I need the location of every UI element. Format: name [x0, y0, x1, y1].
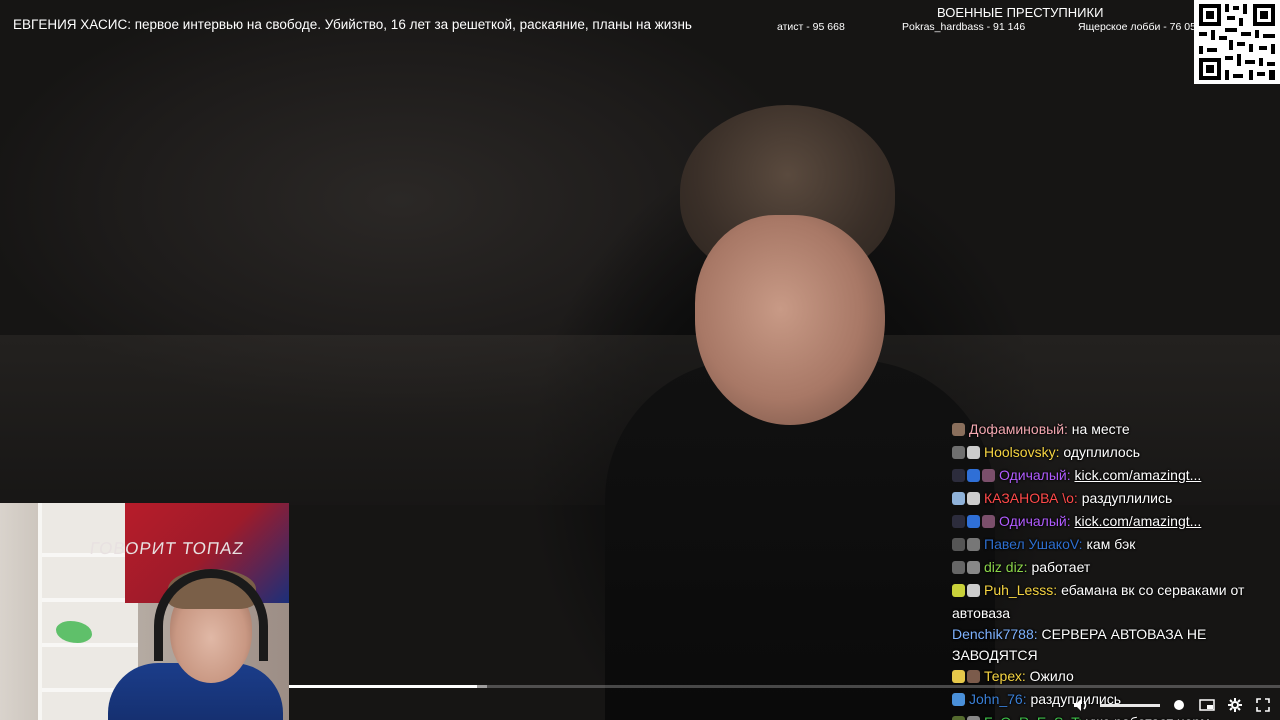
- chat-badges: [952, 513, 997, 534]
- chat-badge-icon: [952, 561, 965, 574]
- chat-message: Hoolsovsky: одуплилось: [951, 442, 1251, 465]
- chat-message: КАЗАНОВА \o: раздуплились: [951, 488, 1251, 511]
- chat-badge-icon: [952, 584, 965, 597]
- chat-username[interactable]: Дофаминовый:: [969, 421, 1068, 437]
- fullscreen-icon[interactable]: [1254, 696, 1272, 714]
- webcam-sign: ГОВОРИТ ТОПАZ: [88, 539, 246, 558]
- volume-icon[interactable]: [1072, 696, 1090, 714]
- chat-badges: [952, 582, 982, 603]
- chat-badge-icon: [952, 492, 965, 505]
- chat-badge-icon: [967, 716, 980, 720]
- volume-slider[interactable]: [1100, 703, 1160, 707]
- chat-link[interactable]: kick.com/amazingt...: [1074, 513, 1201, 529]
- chat-badges: [952, 421, 967, 442]
- chat-username[interactable]: Hoolsovsky:: [984, 444, 1059, 460]
- chat-message: Терех: Ожило: [951, 666, 1251, 689]
- chat-text: кам бэк: [1086, 536, 1136, 552]
- webcam-overlay: ГОВОРИТ ТОПАZ: [0, 503, 289, 720]
- chat-message: Павел УшакоV: кам бэк: [951, 534, 1251, 557]
- chat-badge-icon: [967, 584, 980, 597]
- chat-username[interactable]: F_O_R_E_S_T:: [984, 714, 1082, 720]
- interviewee-face: [695, 215, 885, 425]
- goal-title: ВОЕННЫЕ ПРЕСТУПНИКИ: [937, 5, 1104, 20]
- chat-message: Denchik7788: СЕРВЕРА АВТОВАЗА НЕ ЗАВОДЯТ…: [951, 624, 1251, 666]
- chat-badge-icon: [952, 423, 965, 436]
- chat-badges: [952, 467, 997, 488]
- chat-badge-icon: [967, 670, 980, 683]
- video-title: ЕВГЕНИЯ ХАСИС: первое интервью на свобод…: [13, 17, 692, 32]
- chat-message: Одичалый: kick.com/amazingt...: [951, 465, 1251, 488]
- chat-badge-icon: [982, 469, 995, 482]
- chat-badge-icon: [967, 538, 980, 551]
- chat-text: работает: [1031, 559, 1091, 575]
- chat-message-partial: [951, 405, 1251, 419]
- chat-username[interactable]: Одичалый:: [999, 467, 1071, 483]
- chat-message: Одичалый: kick.com/amazingt...: [951, 511, 1251, 534]
- volume-knob-icon[interactable]: [1170, 696, 1188, 714]
- chat-link[interactable]: kick.com/amazingt...: [1074, 467, 1201, 483]
- progress-fill[interactable]: [289, 685, 477, 688]
- chat-badge-icon: [952, 716, 965, 720]
- chat-badges: [952, 559, 982, 580]
- chat-message: Puh_Lesss: ебамана вк со серваками от ав…: [951, 580, 1251, 624]
- chat-text: на месте: [1071, 421, 1130, 437]
- goal-item-2: Pokras_hardbass - 91 146: [902, 21, 1026, 33]
- chat-badge-icon: [967, 446, 980, 459]
- chat-badge-icon: [967, 492, 980, 505]
- chat-badge-icon: [952, 446, 965, 459]
- chat-text: одуплилось: [1063, 444, 1140, 460]
- chat-username[interactable]: КАЗАНОВА \o:: [984, 490, 1078, 506]
- chat-badges: [952, 536, 982, 557]
- chat-badge-icon: [967, 515, 980, 528]
- chat-badges: [952, 490, 982, 511]
- settings-icon[interactable]: [1226, 696, 1244, 714]
- chat-username[interactable]: Puh_Lesss:: [984, 582, 1057, 598]
- goal-item-3: Ящерское лобби - 76 050: [1078, 21, 1202, 33]
- chat-overlay: Дофаминовый: на месте Hoolsovsky: одуплил…: [951, 405, 1251, 720]
- video-interviewee: [575, 100, 995, 720]
- chat-username[interactable]: Павел УшакоV:: [984, 536, 1083, 552]
- chat-badges: [952, 714, 982, 720]
- chat-text: раздуплились: [1081, 490, 1173, 506]
- chat-text: Ожило: [1029, 668, 1074, 684]
- pip-icon[interactable]: [1198, 696, 1216, 714]
- chat-badge-icon: [952, 469, 965, 482]
- chat-username[interactable]: diz diz:: [984, 559, 1028, 575]
- chat-message: Дофаминовый: на месте: [951, 419, 1251, 442]
- chat-badge-icon: [982, 515, 995, 528]
- chat-badges: [952, 444, 982, 465]
- goal-item-1: атист - 95 668: [777, 21, 845, 33]
- chat-username[interactable]: Одичалый:: [999, 513, 1071, 529]
- chat-badge-icon: [967, 469, 980, 482]
- chat-badge-icon: [952, 670, 965, 683]
- chat-badge-icon: [952, 693, 965, 706]
- chat-list: Дофаминовый: на месте Hoolsovsky: одуплил…: [951, 419, 1251, 720]
- chat-badges: [952, 668, 982, 689]
- chat-username[interactable]: John_76:: [969, 691, 1027, 707]
- chat-badge-icon: [952, 538, 965, 551]
- chat-badge-icon: [967, 561, 980, 574]
- chat-username[interactable]: Denchik7788:: [952, 626, 1038, 642]
- chat-badge-icon: [952, 515, 965, 528]
- chat-badges: [952, 691, 967, 712]
- qr-code: [1194, 0, 1280, 84]
- player-controls: [1072, 694, 1272, 716]
- chat-message: diz diz: работает: [951, 557, 1251, 580]
- chat-username[interactable]: Терех:: [984, 668, 1026, 684]
